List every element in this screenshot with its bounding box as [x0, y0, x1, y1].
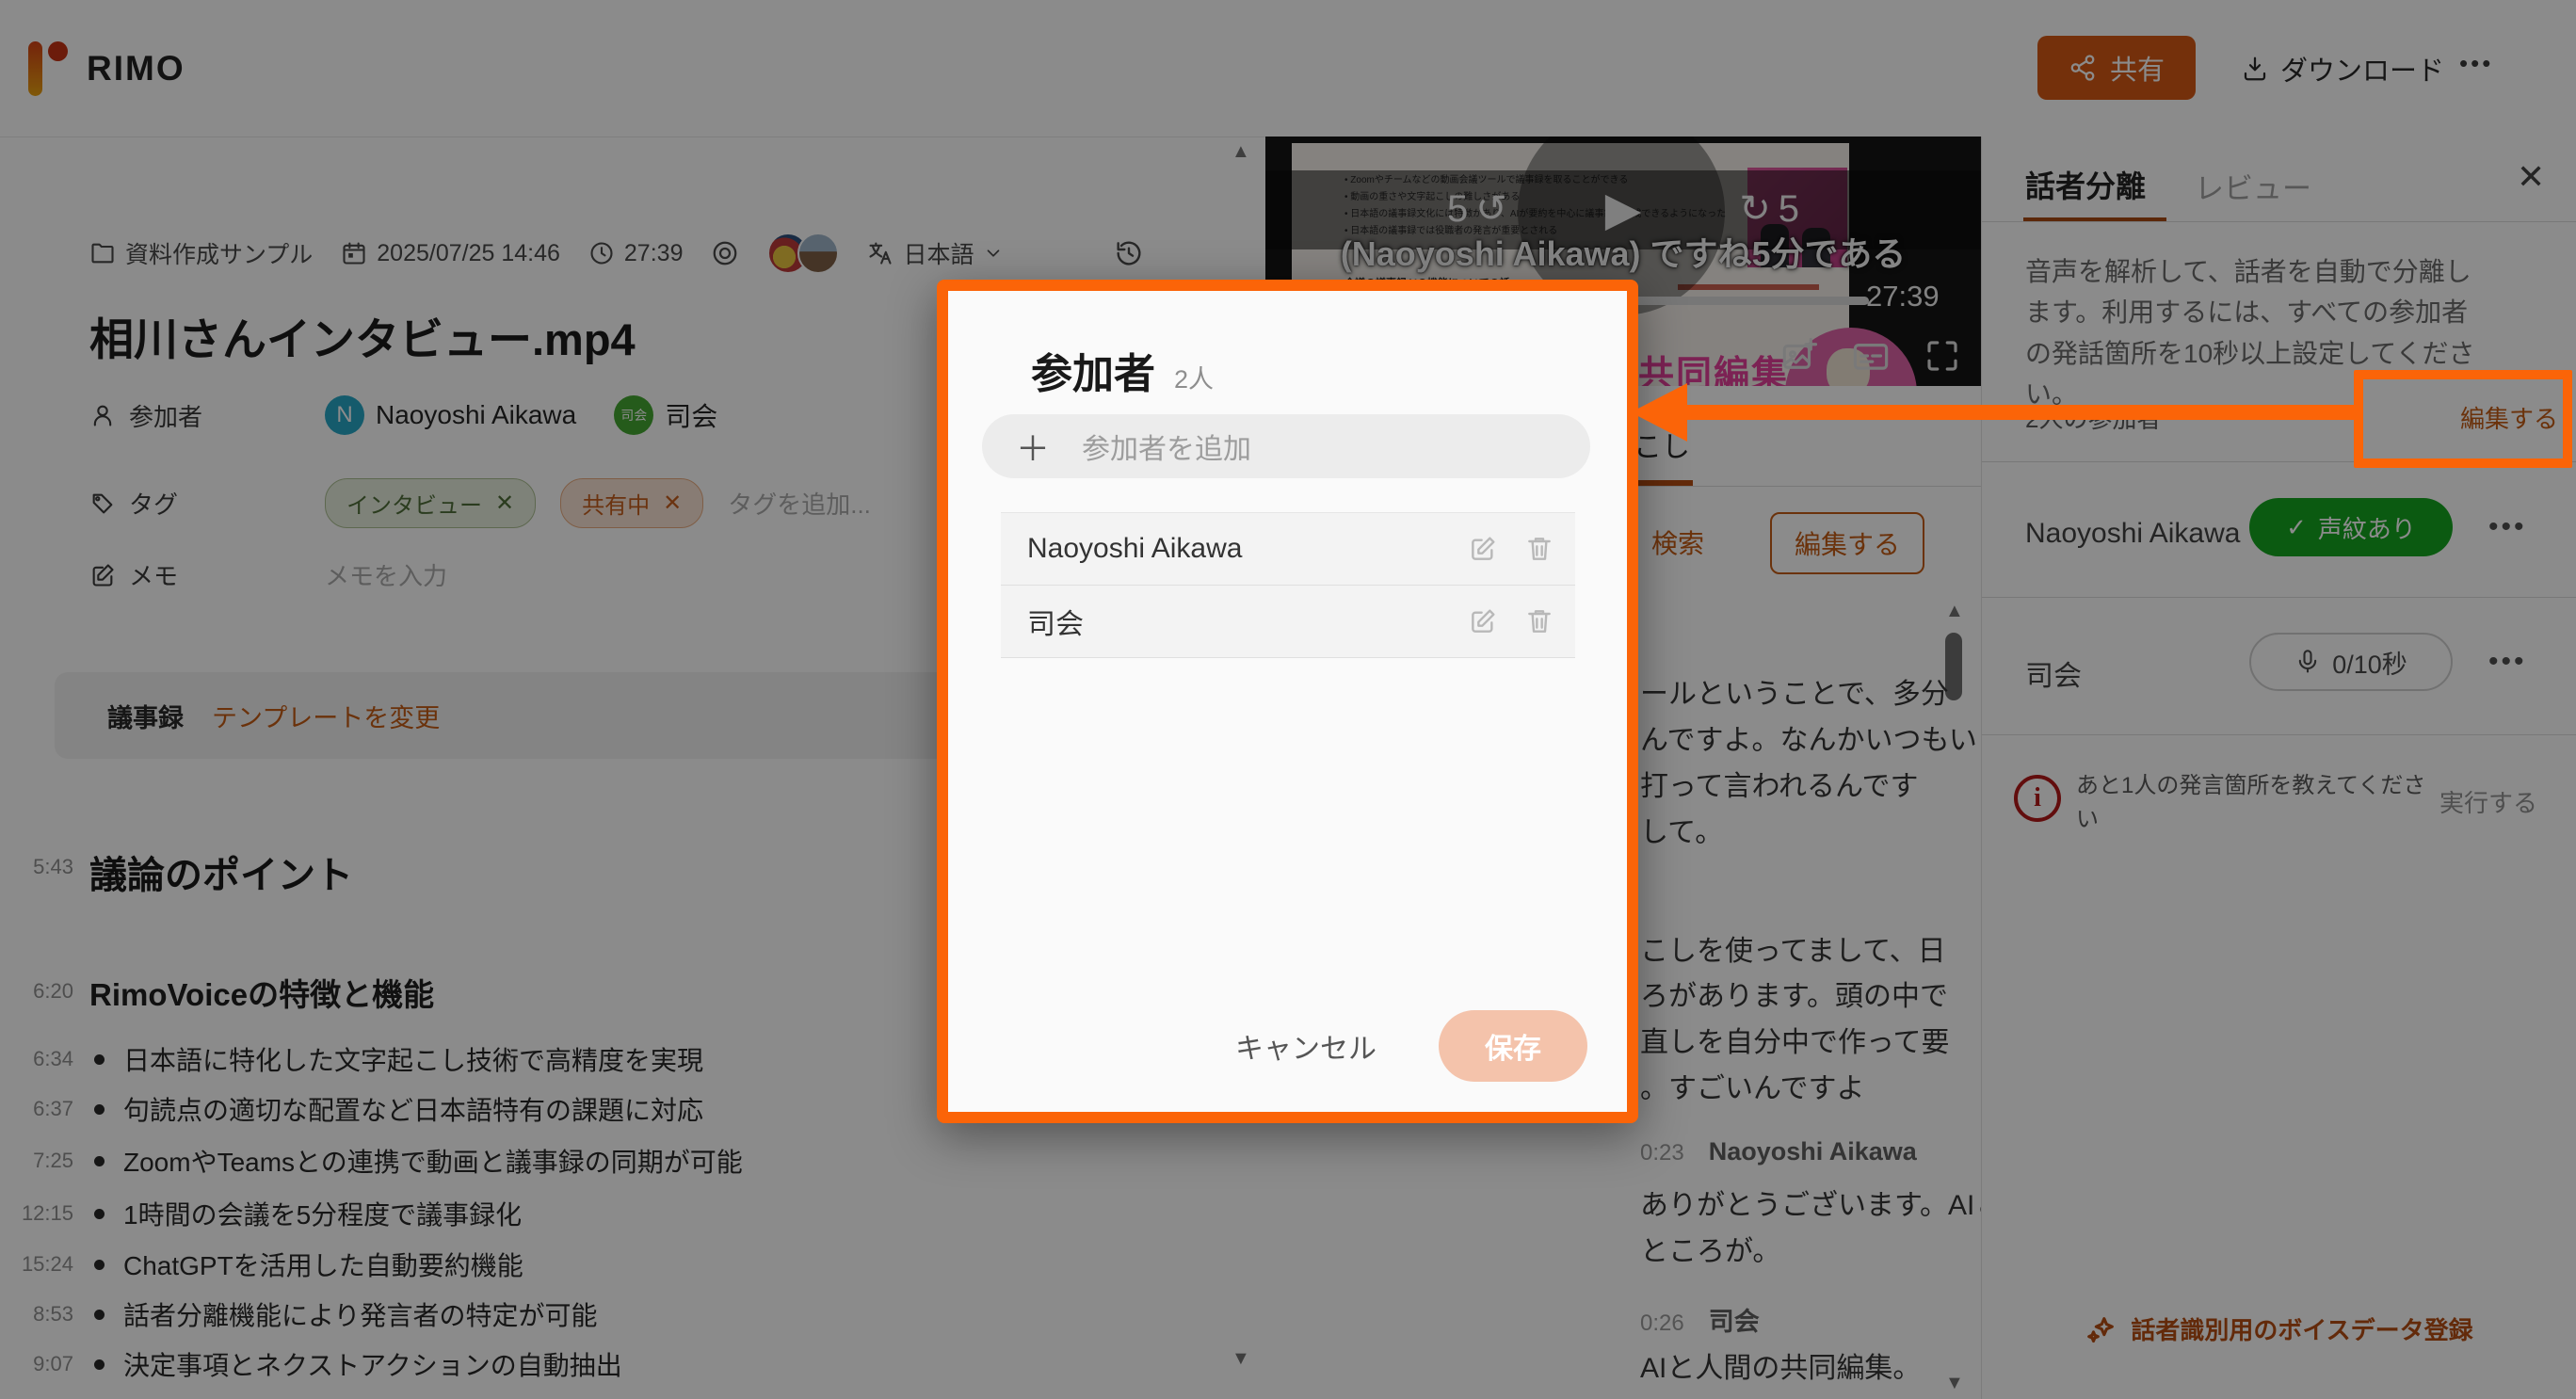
- participant-row-name: 司会: [1027, 601, 1441, 642]
- cancel-button[interactable]: キャンセル: [1235, 1025, 1377, 1067]
- save-button[interactable]: 保存: [1439, 1010, 1587, 1082]
- rimo-app: RIMO 共有 ダウンロード ••• 資料作成サンプル: [0, 0, 2576, 1399]
- edit-icon[interactable]: [1468, 606, 1498, 636]
- modal-footer: キャンセル 保存: [1235, 1010, 1587, 1082]
- annotation-arrow-head: [1631, 383, 1687, 442]
- annotation-highlight-box: [2354, 370, 2572, 468]
- participant-row-name: Naoyoshi Aikawa: [1027, 533, 1441, 565]
- edit-icon[interactable]: [1468, 534, 1498, 564]
- participants-modal: 参加者 2人 ＋ 参加者を追加 Naoyoshi Aikawa 司会: [937, 280, 1638, 1123]
- participant-list-row: 司会: [1001, 586, 1575, 658]
- participant-list-row: Naoyoshi Aikawa: [1001, 513, 1575, 586]
- modal-title-row: 参加者 2人: [1031, 340, 1214, 400]
- delete-icon[interactable]: [1524, 534, 1554, 564]
- annotation-arrow-line: [1685, 405, 2358, 420]
- add-participant-placeholder: 参加者を追加: [1082, 426, 1251, 467]
- modal-participant-count: 2人: [1174, 359, 1214, 395]
- modal-title: 参加者: [1031, 340, 1155, 400]
- participant-list: Naoyoshi Aikawa 司会: [1001, 512, 1575, 658]
- add-participant-input[interactable]: ＋ 参加者を追加: [982, 414, 1590, 478]
- plus-icon: ＋: [1016, 422, 1050, 471]
- delete-icon[interactable]: [1524, 606, 1554, 636]
